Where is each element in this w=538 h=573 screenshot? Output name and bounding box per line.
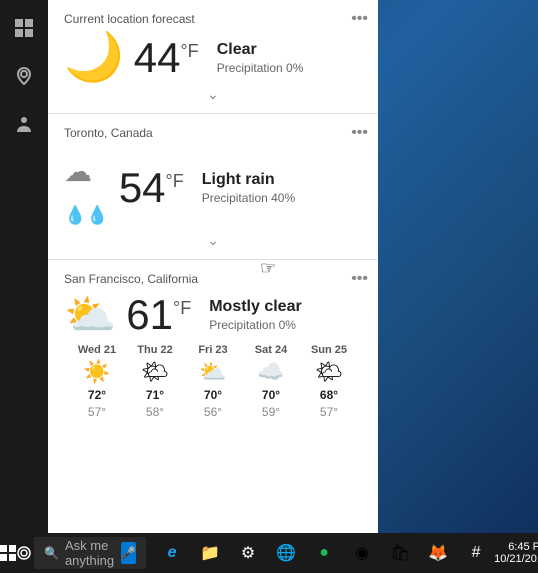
search-icon: 🔍 bbox=[44, 546, 59, 560]
toronto-precip: Precipitation 40% bbox=[202, 191, 295, 205]
search-placeholder: Ask me anything bbox=[65, 538, 121, 568]
chrome-taskbar-icon[interactable]: 🌐 bbox=[268, 533, 304, 573]
forecast-day-sun: Sun 25 🌤 68° 57° bbox=[304, 344, 354, 419]
grid-icon[interactable] bbox=[4, 8, 44, 48]
current-condition: Clear bbox=[217, 41, 304, 59]
cortana-button[interactable] bbox=[16, 533, 32, 573]
sf-desc: Mostly clear Precipitation 0% bbox=[209, 298, 301, 332]
edge-taskbar-icon[interactable]: e bbox=[154, 533, 190, 573]
mic-button[interactable]: 🎤 bbox=[121, 542, 136, 564]
weather-section-toronto: ••• Toronto, Canada ☁💧💧 54°F Light rain … bbox=[48, 114, 378, 260]
firefox-taskbar-icon[interactable]: 🦊 bbox=[420, 533, 456, 573]
current-temp: 44°F bbox=[134, 37, 199, 79]
current-weather-icon: 🌙 bbox=[64, 34, 124, 82]
forecast-icon-fri: ⛅ bbox=[199, 359, 226, 385]
sf-precip: Precipitation 0% bbox=[209, 318, 301, 332]
sf-weather-icon: ⛅ bbox=[64, 294, 116, 336]
sf-title: San Francisco, California bbox=[64, 272, 362, 286]
toronto-title: Toronto, Canada bbox=[64, 126, 362, 140]
settings-taskbar-icon[interactable]: ⚙ bbox=[230, 533, 266, 573]
current-desc: Clear Precipitation 0% bbox=[217, 41, 304, 75]
toronto-weather-main: ☁💧💧 54°F Light rain Precipitation 40% bbox=[64, 148, 362, 228]
section-menu-current[interactable]: ••• bbox=[351, 10, 368, 28]
sf-temp: 61°F bbox=[126, 294, 191, 336]
store-taskbar-icon[interactable]: 🛍 bbox=[382, 533, 418, 573]
groove-taskbar-icon[interactable]: ◉ bbox=[344, 533, 380, 573]
weather-panel: ••• Current location forecast 🌙 44°F Cle… bbox=[48, 0, 378, 533]
current-weather-main: 🌙 44°F Clear Precipitation 0% bbox=[64, 34, 362, 82]
current-precip: Precipitation 0% bbox=[217, 61, 304, 75]
section-menu-toronto[interactable]: ••• bbox=[351, 124, 368, 142]
location-icon[interactable] bbox=[4, 56, 44, 96]
forecast-row: Wed 21 ☀️ 72° 57° Thu 22 🌤 71° 58° Fri 2… bbox=[64, 336, 362, 423]
sf-weather-main: ⛅ 61°F Mostly clear Precipitation 0% bbox=[64, 294, 362, 336]
taskbar-time: 6:45 PM 10/21/2015 bbox=[494, 541, 538, 565]
toronto-temp: 54°F bbox=[119, 167, 184, 209]
folder-taskbar-icon[interactable]: 📁 bbox=[192, 533, 228, 573]
toronto-condition: Light rain bbox=[202, 171, 295, 189]
hashtag-icon: # bbox=[472, 544, 481, 562]
current-location-title: Current location forecast bbox=[64, 12, 362, 26]
expand-arrow-current[interactable]: ⌄ bbox=[64, 82, 362, 105]
taskbar-app-icons: e 📁 ⚙ 🌐 ● ◉ 🛍 🦊 # bbox=[154, 533, 494, 573]
section-menu-sf[interactable]: ••• bbox=[351, 270, 368, 288]
start-button[interactable] bbox=[0, 533, 16, 573]
weather-section-sf: ••• San Francisco, California ⛅ 61°F Mos… bbox=[48, 260, 378, 431]
hashtag-taskbar-icon[interactable]: # bbox=[458, 533, 494, 573]
expand-arrow-toronto[interactable]: ⌄ bbox=[64, 228, 362, 251]
chrome-icon: 🌐 bbox=[276, 543, 296, 563]
forecast-icon-thu: 🌤 bbox=[141, 359, 169, 385]
toronto-weather-icon: ☁💧💧 bbox=[64, 148, 109, 228]
spotify-icon: ● bbox=[319, 544, 329, 562]
forecast-icon-sat: ☁️ bbox=[257, 359, 284, 385]
mic-icon: 🎤 bbox=[121, 546, 136, 560]
taskbar-right: 6:45 PM 10/21/2015 bbox=[494, 541, 538, 565]
folder-icon: 📁 bbox=[200, 543, 220, 563]
groove-icon: ◉ bbox=[355, 543, 369, 563]
toronto-desc: Light rain Precipitation 40% bbox=[202, 171, 295, 205]
taskbar: 🔍 Ask me anything 🎤 e 📁 ⚙ 🌐 ● bbox=[0, 533, 538, 573]
forecast-day-wed: Wed 21 ☀️ 72° 57° bbox=[72, 344, 122, 419]
people-icon[interactable] bbox=[4, 104, 44, 144]
spotify-taskbar-icon[interactable]: ● bbox=[306, 533, 342, 573]
firefox-icon: 🦊 bbox=[428, 543, 448, 563]
forecast-icon-sun: 🌤 bbox=[315, 359, 343, 385]
settings-icon: ⚙ bbox=[241, 543, 255, 563]
forecast-day-sat: Sat 24 ☁️ 70° 59° bbox=[246, 344, 296, 419]
search-bar[interactable]: 🔍 Ask me anything 🎤 bbox=[34, 537, 146, 569]
sf-condition: Mostly clear bbox=[209, 298, 301, 316]
desktop: ••• Current location forecast 🌙 44°F Cle… bbox=[0, 0, 538, 573]
store-icon: 🛍 bbox=[390, 543, 410, 563]
forecast-day-thu: Thu 22 🌤 71° 58° bbox=[130, 344, 180, 419]
forecast-day-fri: Fri 23 ⛅ 70° 56° bbox=[188, 344, 238, 419]
weather-section-current: ••• Current location forecast 🌙 44°F Cle… bbox=[48, 0, 378, 114]
sidebar bbox=[0, 0, 48, 533]
forecast-icon-wed: ☀️ bbox=[83, 359, 110, 385]
